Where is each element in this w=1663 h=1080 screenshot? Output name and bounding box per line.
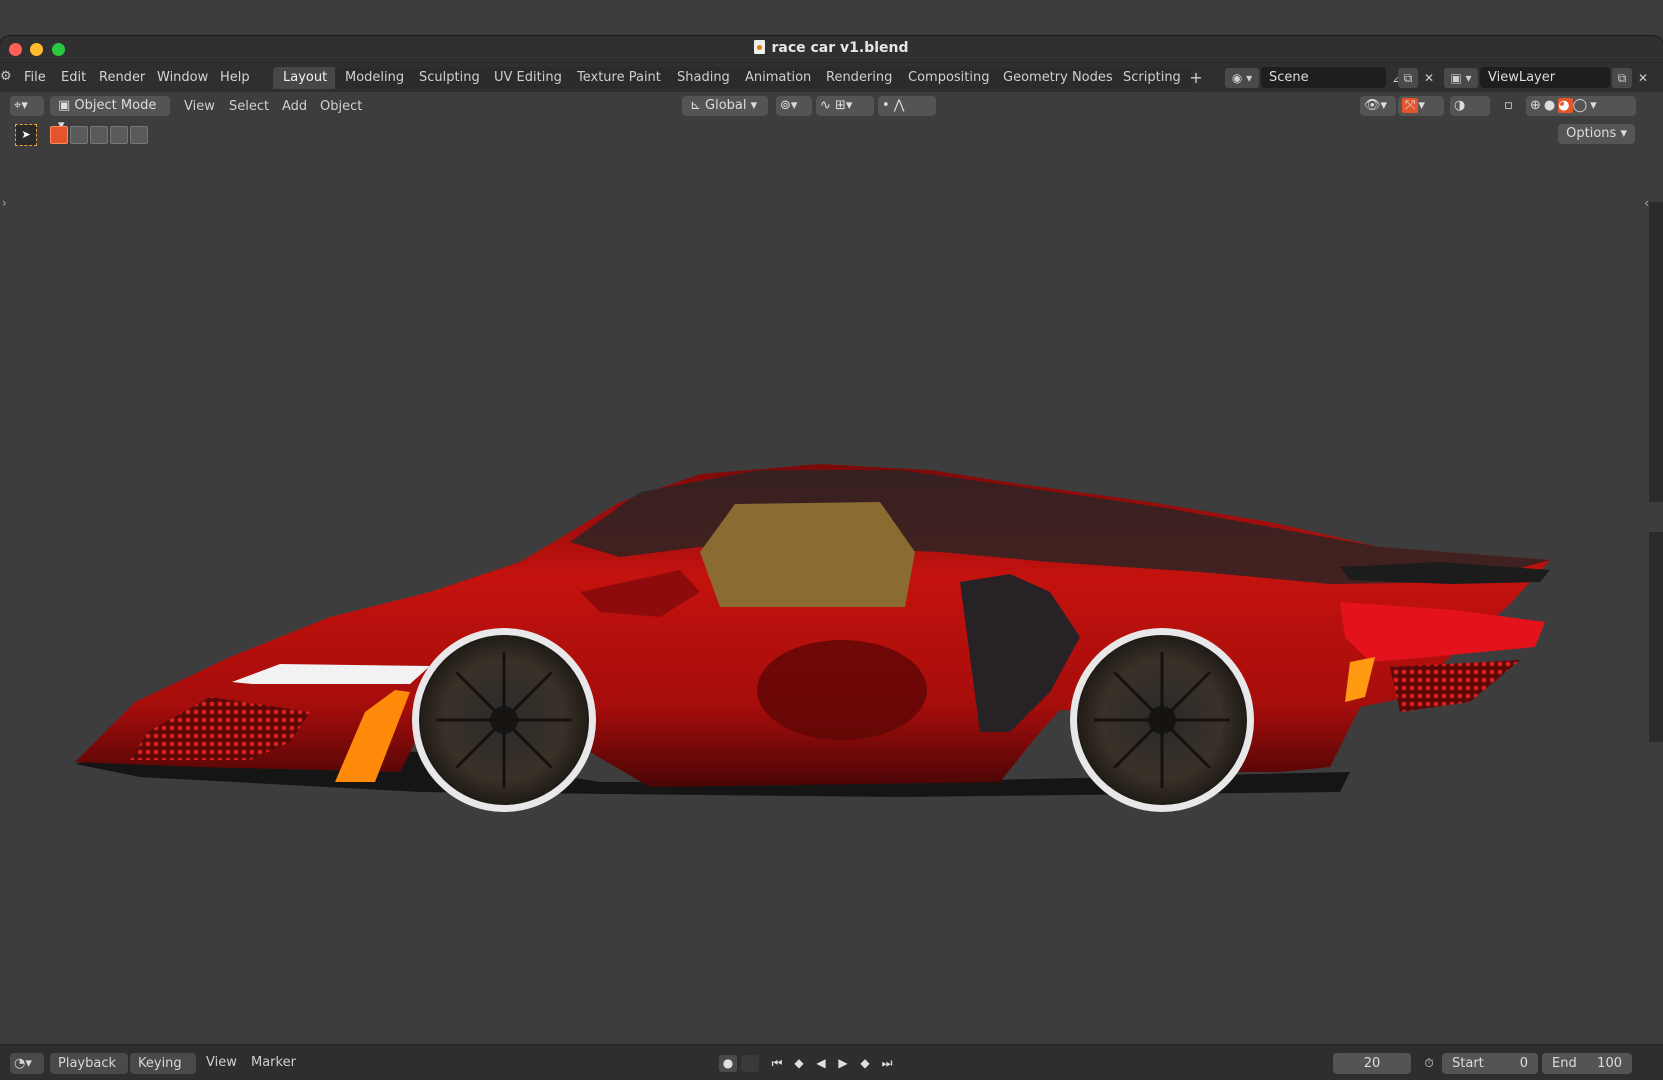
title-bar: race car v1.blend: [0, 36, 1663, 63]
tab-layout[interactable]: Layout: [273, 67, 338, 89]
scene-name-field[interactable]: Scene: [1261, 67, 1386, 88]
tab-rendering[interactable]: Rendering: [816, 67, 903, 89]
rear-diffuser-mesh: [1390, 660, 1520, 712]
end-value: 100: [1597, 1056, 1622, 1071]
use-preview-range-icon[interactable]: ⏱: [1420, 1055, 1438, 1072]
tab-texture-paint[interactable]: Texture Paint: [567, 67, 671, 89]
tab-compositing[interactable]: Compositing: [898, 67, 1000, 89]
jump-to-start-icon[interactable]: ⏮: [768, 1055, 786, 1072]
blender-window: race car v1.blend ⚙ File Edit Render Win…: [0, 36, 1663, 1080]
timeline-bar: ◔▾ Playback ▾ Keying ▾ View Marker ● ⏮ ◆…: [0, 1044, 1663, 1080]
blender-logo-icon[interactable]: ⚙: [0, 69, 12, 84]
delete-view-layer-icon[interactable]: ✕: [1634, 68, 1652, 88]
end-frame-field[interactable]: End 100: [1542, 1053, 1632, 1074]
tab-modeling[interactable]: Modeling: [335, 67, 415, 89]
delete-scene-icon[interactable]: ✕: [1420, 68, 1438, 88]
tab-sculpting[interactable]: Sculpting: [409, 67, 490, 89]
end-label: End: [1552, 1056, 1577, 1071]
blend-file-icon: [754, 40, 766, 54]
door-shadow: [757, 640, 927, 740]
tab-uv-editing[interactable]: UV Editing: [484, 67, 572, 89]
front-wheel: [412, 628, 596, 812]
new-scene-icon[interactable]: ⧉: [1398, 68, 1418, 88]
rear-wheel: [1070, 628, 1254, 812]
cockpit-window: [700, 502, 915, 607]
keying-dropdown[interactable]: Keying ▾: [130, 1053, 196, 1080]
timeline-menu-view[interactable]: View: [206, 1055, 237, 1070]
desktop-background: [0, 0, 1663, 36]
window-title: race car v1.blend: [0, 40, 1663, 56]
tab-geometry-nodes[interactable]: Geometry Nodes: [993, 67, 1123, 89]
play-icon[interactable]: ▶: [834, 1055, 852, 1072]
start-frame-field[interactable]: Start 0: [1442, 1053, 1538, 1074]
timeline-menu-marker[interactable]: Marker: [251, 1055, 296, 1070]
window-title-text: race car v1.blend: [771, 40, 909, 56]
top-menu-bar: ⚙ File Edit Render Window Help Layout Mo…: [0, 63, 1663, 92]
tab-scripting[interactable]: Scripting: [1113, 67, 1191, 89]
record-keyframe-icon[interactable]: ●: [719, 1055, 737, 1072]
jump-to-prev-keyframe-icon[interactable]: ◆: [790, 1055, 808, 1072]
menu-file[interactable]: File: [24, 70, 46, 85]
start-label: Start: [1452, 1056, 1484, 1071]
auto-keying-options-icon[interactable]: [741, 1055, 759, 1072]
new-view-layer-icon[interactable]: ⧉: [1612, 68, 1632, 88]
tab-animation[interactable]: Animation: [735, 67, 822, 89]
play-reverse-icon[interactable]: ◀: [812, 1055, 830, 1072]
keying-label: Keying: [138, 1056, 182, 1071]
view-layer-selector-icon[interactable]: ▣ ▾: [1444, 68, 1478, 88]
menu-render[interactable]: Render: [99, 70, 145, 85]
jump-to-end-icon[interactable]: ⏭: [878, 1055, 896, 1072]
tab-shading[interactable]: Shading: [667, 67, 740, 89]
view-layer-name-field[interactable]: ViewLayer: [1480, 67, 1610, 88]
menu-window[interactable]: Window: [157, 70, 208, 85]
timeline-editor-type-icon[interactable]: ◔▾: [10, 1053, 44, 1074]
rear-light-bar: [1340, 602, 1545, 662]
current-frame-field[interactable]: 20: [1333, 1053, 1411, 1074]
jump-to-next-keyframe-icon[interactable]: ◆: [856, 1055, 874, 1072]
menu-help[interactable]: Help: [220, 70, 250, 85]
playback-label: Playback: [58, 1056, 117, 1071]
playback-dropdown[interactable]: Playback ▾: [50, 1053, 128, 1080]
3d-viewport[interactable]: ⌖▾ ▣ Object Mode ▾ View Select Add Objec…: [0, 92, 1663, 1044]
start-value: 0: [1519, 1056, 1528, 1071]
add-workspace-icon[interactable]: +: [1186, 67, 1206, 89]
scene-selector-icon[interactable]: ◉ ▾: [1225, 68, 1259, 88]
menu-edit[interactable]: Edit: [61, 70, 86, 85]
race-car-model[interactable]: [0, 92, 1663, 1044]
